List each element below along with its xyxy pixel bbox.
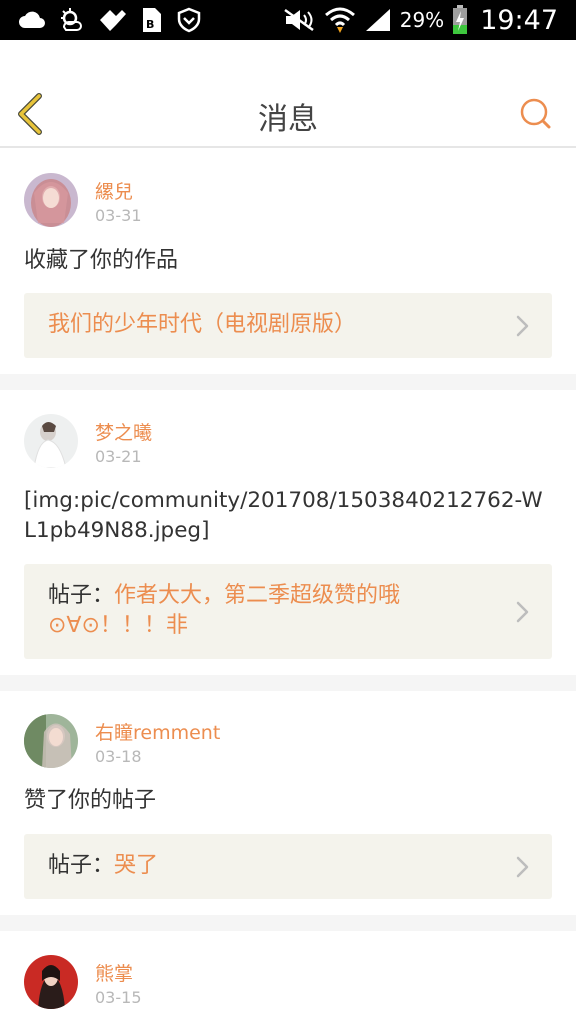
referenced-work-title: 我们的少年时代（电视剧原版）: [48, 312, 357, 337]
search-icon: [520, 98, 551, 129]
message-date: 03-21: [95, 447, 142, 466]
status-bar-notifications: B: [18, 6, 202, 34]
username[interactable]: 縲兒: [95, 177, 133, 204]
status-bar-system: 29% 19:47: [282, 0, 558, 40]
message-card[interactable]: 熊掌 03-15: [0, 931, 576, 1024]
battery-icon: [452, 5, 468, 35]
message-list[interactable]: 縲兒 03-31 收藏了你的作品 我们的少年时代（电视剧原版） 梦之曦 03-2…: [0, 150, 576, 1024]
avatar[interactable]: [24, 414, 78, 468]
signal-icon: [364, 7, 392, 33]
message-date: 03-18: [95, 747, 142, 766]
message-date: 03-31: [95, 206, 142, 225]
puzzle-icon: [98, 7, 128, 33]
sim-icon: B: [140, 6, 164, 34]
clock: 19:47: [480, 4, 558, 36]
message-text: [img:pic/community/201708/1503840212762-…: [24, 488, 543, 543]
message-card[interactable]: 縲兒 03-31 收藏了你的作品 我们的少年时代（电视剧原版）: [0, 150, 576, 374]
chevron-right-icon: [516, 601, 529, 623]
message-text: 收藏了你的作品: [24, 248, 179, 273]
username[interactable]: 梦之曦: [95, 418, 152, 445]
referenced-post[interactable]: 帖子：作者大大，第二季超级赞的哦⊙∀⊙！！！非: [24, 564, 552, 659]
page-title: 消息: [258, 102, 318, 137]
message-text: 赞了你的帖子: [24, 788, 157, 813]
chevron-right-icon: [516, 856, 529, 878]
avatar[interactable]: [24, 955, 78, 1009]
referenced-work[interactable]: 我们的少年时代（电视剧原版）: [24, 293, 552, 358]
referenced-post[interactable]: 帖子：哭了: [24, 834, 552, 899]
status-bar: B 29% 19:47: [0, 0, 576, 40]
message-date: 03-15: [95, 988, 142, 1007]
search-button[interactable]: [518, 96, 554, 132]
referenced-post-title: 帖子：哭了: [48, 853, 159, 878]
message-card[interactable]: 梦之曦 03-21 [img:pic/community/201708/1503…: [0, 390, 576, 675]
message-card[interactable]: 右瞳remment 03-18 赞了你的帖子 帖子：哭了: [0, 691, 576, 915]
username[interactable]: 右瞳remment: [95, 718, 220, 745]
app-header: 消息: [0, 40, 576, 148]
wifi-icon: [324, 6, 356, 34]
battery-percent: 29%: [399, 8, 445, 32]
weather-icon: [58, 7, 86, 33]
cloud-icon: [18, 10, 46, 30]
avatar[interactable]: [24, 173, 78, 227]
shield-icon: [176, 7, 202, 33]
mute-icon: [282, 7, 316, 33]
svg-text:B: B: [146, 18, 154, 31]
avatar[interactable]: [24, 714, 78, 768]
username[interactable]: 熊掌: [95, 959, 133, 986]
referenced-post-title: 帖子：作者大大，第二季超级赞的哦⊙∀⊙！！！非: [48, 583, 401, 638]
chevron-right-icon: [516, 315, 529, 337]
